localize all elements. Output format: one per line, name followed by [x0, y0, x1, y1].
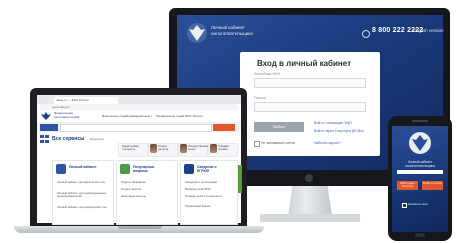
remember-label: Не запоминать меня	[261, 141, 295, 145]
login-link-esia[interactable]: Войти через Госуслуги (ЕСИА)	[314, 129, 364, 133]
search-button[interactable]	[213, 124, 235, 131]
nav-item-about[interactable]: О ФНС России	[182, 114, 203, 118]
site-name: Федеральная налоговая служба	[54, 111, 80, 119]
password-field-label: Пароль	[254, 96, 267, 100]
eagle-emblem-icon	[41, 112, 51, 120]
browser-tab-title: nalog.ru — ФНС России	[56, 98, 89, 102]
card-title: Популярные вопросы	[133, 165, 155, 173]
services-title[interactable]: Все сервисы	[52, 136, 84, 142]
phone-login-button[interactable]: Войти по логину	[422, 181, 443, 190]
chat-icon	[120, 164, 130, 174]
services-subtitle[interactable]: Госуслуги	[90, 137, 104, 141]
card-link[interactable]: Прозрачный бизнес	[185, 204, 231, 208]
banner-text: Имущественный вычет	[188, 144, 210, 152]
phone-speaker	[412, 120, 428, 122]
monitor-stand-base	[260, 214, 360, 222]
eagle-emblem-icon	[187, 23, 207, 43]
document-icon	[184, 164, 194, 174]
browser-url: www.nalog.ru	[52, 105, 71, 109]
login-submit-button[interactable]: Войти	[254, 122, 304, 132]
phone-title: Личный кабинет налогоплательщика	[405, 160, 435, 168]
laptop-notch	[118, 226, 162, 229]
monitor-power-dot	[305, 174, 313, 182]
phone-home-button[interactable]	[415, 233, 425, 237]
avatar	[150, 144, 157, 153]
phone-remember-label: Запомнить меня	[408, 203, 428, 206]
card-link[interactable]: Уплата налогов	[121, 187, 171, 191]
card-link[interactable]: Сведения о регистрации	[185, 180, 231, 184]
nav-item-legal-entities[interactable]: Юридические лица	[156, 114, 183, 118]
nav-item-individuals[interactable]: Физические лица	[102, 114, 126, 118]
avatar	[180, 144, 187, 153]
search-input[interactable]	[60, 124, 212, 132]
login-field-label: Логин/Ваш ИНН	[254, 72, 281, 76]
eagle-emblem-icon	[409, 132, 431, 154]
card-link[interactable]: Выписка из ЕГРЮЛ	[185, 187, 231, 191]
remember-checkbox[interactable]	[254, 141, 260, 147]
phone-gosuslugi-button[interactable]: Войти через Госуслуги	[397, 181, 418, 190]
avatar	[210, 144, 217, 153]
card-link[interactable]: Личный кабинет для физических лиц	[57, 180, 107, 184]
card-title: Личный кабинет	[69, 165, 97, 169]
card-link[interactable]: Проверь себя и контрагента	[185, 194, 231, 198]
card-link[interactable]: Личный кабинет для индивидуальных предпр…	[57, 191, 107, 199]
login-title: Вход в личный кабинет	[257, 59, 351, 68]
password-field[interactable]	[254, 102, 366, 112]
phone-remember-checkbox[interactable]	[402, 203, 407, 208]
search-category-button[interactable]	[40, 124, 58, 131]
login-link-ecp[interactable]: Войти с помощью ЭЦП	[314, 121, 352, 125]
banner-text: Кадастровая стоимость	[122, 144, 139, 152]
card-link[interactable]: Налоговые вычеты	[121, 194, 171, 198]
card-title: Сведения о ЕГРЮЛ	[197, 165, 217, 173]
card-link[interactable]: Подать обращение	[121, 180, 171, 184]
phone-icon	[362, 30, 370, 38]
monitor-stand	[288, 186, 332, 216]
feedback-side-tab[interactable]	[238, 165, 242, 193]
forgot-password-link[interactable]: Забыли пароль?	[314, 141, 341, 145]
phone-login-field[interactable]	[397, 170, 443, 174]
banner-text: Справки онлайн	[218, 144, 229, 152]
language-link[interactable]: English version	[413, 28, 444, 33]
card-link[interactable]: Личный кабинет для юридических лиц	[57, 205, 107, 209]
grid-icon	[40, 135, 49, 143]
nav-item-entrepreneurs[interactable]: Индивидуальные предприниматели	[126, 114, 152, 118]
user-icon	[56, 164, 66, 174]
login-field[interactable]	[254, 78, 366, 88]
monitor-site-title: Личный кабинет налогоплательщика	[211, 25, 253, 36]
banner-text: Уплата налогов	[158, 144, 169, 152]
